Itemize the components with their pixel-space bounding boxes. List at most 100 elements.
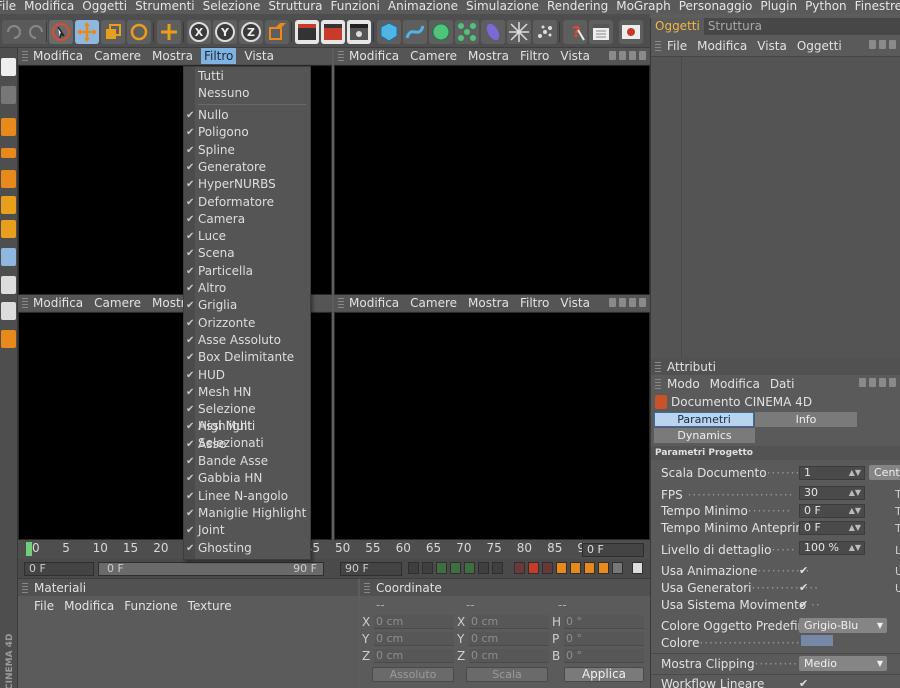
pla-key-icon[interactable]: [612, 562, 623, 574]
scene-icon[interactable]: [507, 20, 531, 44]
filter-item[interactable]: ✔ Bande Asse: [184, 453, 310, 470]
menu-item-finestre[interactable]: Finestre: [851, 0, 900, 14]
units-select[interactable]: Centi: [869, 465, 900, 480]
keyframe-selection-icon[interactable]: [542, 562, 553, 574]
texture-icon[interactable]: [1, 86, 16, 104]
filter-item[interactable]: ✔ Selezione Highlight: [184, 401, 310, 433]
viewport-controls[interactable]: [609, 298, 646, 307]
attributes-menu-item[interactable]: Dati: [770, 377, 795, 391]
colore-oggetto-select[interactable]: Grigio-Blu ▼: [799, 618, 887, 633]
menu-item-modifica[interactable]: Modifica: [20, 0, 78, 14]
undo-icon[interactable]: [2, 20, 26, 44]
redo-icon[interactable]: [24, 20, 48, 44]
viewport-menu-item-active[interactable]: Filtro: [200, 48, 237, 64]
play-icon[interactable]: [464, 562, 475, 574]
materials-menu-item[interactable]: Texture: [188, 599, 232, 613]
fps-field[interactable]: 30 ▲▼: [799, 486, 865, 500]
menu-item-simulazione[interactable]: Simulazione: [462, 0, 543, 14]
menu-item-mograph[interactable]: MoGraph: [612, 0, 675, 14]
menu-item-personaggio[interactable]: Personaggio: [675, 0, 757, 14]
usa-generatori-checkbox[interactable]: ✔: [799, 581, 808, 594]
points-mode-icon[interactable]: [1, 118, 16, 136]
menu-item-oggetti[interactable]: Oggetti: [78, 0, 131, 14]
coordinate-system-icon[interactable]: [265, 20, 289, 44]
filter-item[interactable]: ✔ Poligono: [184, 124, 310, 141]
help-icon[interactable]: ?: [563, 20, 587, 44]
filter-item[interactable]: ✔ HyperNURBS: [184, 176, 310, 193]
filter-item[interactable]: ✔ Maniglie Highlight: [184, 505, 310, 522]
object-mode-icon[interactable]: [1, 220, 16, 238]
viewport-menu-item[interactable]: Mostra: [152, 48, 193, 64]
autokey-icon[interactable]: [528, 562, 539, 574]
menu-item-python[interactable]: Python: [801, 0, 851, 14]
model-mode-icon[interactable]: [1, 248, 16, 266]
viewport-menu-item[interactable]: Modifica: [33, 295, 83, 311]
viewport-menu-item[interactable]: Filtro: [520, 48, 549, 64]
materials-menu-item[interactable]: Modifica: [64, 599, 114, 613]
objects-controls[interactable]: [869, 40, 896, 49]
attributes-controls[interactable]: [859, 378, 896, 387]
make-editable-icon[interactable]: [1, 58, 16, 76]
particle-icon[interactable]: [533, 20, 557, 44]
filter-item[interactable]: ✔ Assi Multi Selezionati: [184, 418, 310, 450]
filter-tutti[interactable]: Tutti: [184, 68, 310, 85]
viewport-menu-item[interactable]: Vista: [560, 295, 590, 311]
live-selection-icon[interactable]: [49, 20, 73, 44]
viewport-controls[interactable]: [609, 51, 646, 60]
scale-icon[interactable]: [101, 20, 125, 44]
filter-item[interactable]: ✔ Orizzonte: [184, 315, 310, 332]
viewport-menu-item[interactable]: Mostra: [468, 295, 509, 311]
apply-button[interactable]: Applica: [564, 667, 644, 682]
coord-position-z[interactable]: 0 cm: [374, 649, 454, 663]
nurbs-icon[interactable]: [429, 20, 453, 44]
filter-item[interactable]: ✔ Altro: [184, 280, 310, 297]
coord-position-x[interactable]: 0 cm: [374, 615, 454, 629]
menu-item-struttura[interactable]: Struttura: [264, 0, 326, 14]
rotate-icon[interactable]: [127, 20, 151, 44]
attributes-menu-item[interactable]: Modo: [667, 377, 700, 391]
filter-item[interactable]: ✔ Box Delimitante: [184, 349, 310, 366]
coord-scale-select[interactable]: Scala: [466, 667, 548, 682]
deformer-icon[interactable]: [481, 20, 505, 44]
coord-rotation-p[interactable]: 0 °: [564, 632, 644, 646]
scale-key-icon[interactable]: [570, 562, 581, 574]
filter-item[interactable]: ✔ Linee N-angolo: [184, 488, 310, 505]
filter-item[interactable]: ✔ HUD: [184, 367, 310, 384]
coord-rotation-b[interactable]: 0 °: [564, 649, 644, 663]
array-icon[interactable]: [455, 20, 479, 44]
move-icon[interactable]: [75, 20, 99, 44]
x-axis-icon[interactable]: X: [187, 20, 211, 44]
objects-menu-item[interactable]: Vista: [757, 39, 787, 53]
viewport-menu-item[interactable]: Mostra: [468, 48, 509, 64]
filter-item[interactable]: ✔ Scena: [184, 245, 310, 262]
filter-nessuno[interactable]: Nessuno: [184, 85, 310, 102]
viewport-menu-item[interactable]: Modifica: [33, 48, 83, 64]
goto-end-icon[interactable]: [492, 562, 503, 574]
workplane-icon[interactable]: [1, 302, 16, 320]
y-axis-icon[interactable]: Y: [213, 20, 237, 44]
tab-info[interactable]: Info: [755, 412, 857, 427]
viewport-menu-item[interactable]: Vista: [560, 48, 590, 64]
frame-range-slider[interactable]: 0 F 90 F: [98, 562, 324, 576]
usa-sistema-movimento-checkbox[interactable]: ✔: [799, 598, 808, 611]
filter-item[interactable]: ✔ Particella: [184, 263, 310, 280]
viewport-screen[interactable]: [334, 65, 650, 295]
objects-menu-item[interactable]: Oggetti: [797, 39, 842, 53]
current-frame-marker[interactable]: [26, 542, 32, 556]
usa-animazione-checkbox[interactable]: ✔: [799, 564, 808, 577]
polygons-mode-icon[interactable]: [1, 170, 16, 188]
filter-item[interactable]: ✔ Gabbia HN: [184, 470, 310, 487]
viewport-menu-item[interactable]: Modifica: [349, 295, 399, 311]
objects-menu-item[interactable]: Modifica: [697, 39, 747, 53]
next-frame-icon[interactable]: [478, 562, 489, 574]
lod-field[interactable]: 100 % ▲▼: [799, 541, 865, 555]
prev-key-icon[interactable]: [422, 562, 433, 574]
viewport-menu-item[interactable]: Filtro: [520, 295, 549, 311]
character-icon[interactable]: [1, 330, 16, 348]
coord-position-y[interactable]: 0 cm: [374, 632, 454, 646]
menu-item-funzioni[interactable]: Funzioni: [327, 0, 384, 14]
filter-item[interactable]: ✔ Asse: [184, 436, 310, 453]
filter-item[interactable]: ✔ Nullo: [184, 107, 310, 124]
viewport-menu-item[interactable]: Camere: [410, 295, 457, 311]
objects-list[interactable]: [651, 56, 900, 358]
